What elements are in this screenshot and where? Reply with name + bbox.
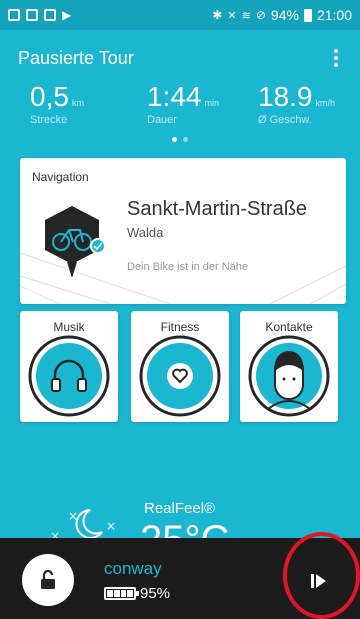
stat-label: Ø Geschw. (258, 114, 312, 126)
music-tile[interactable]: Musik (20, 311, 118, 422)
page-dot[interactable] (183, 137, 188, 142)
stat-unit: km (71, 98, 84, 108)
unlock-button[interactable] (22, 554, 74, 606)
stat-value: 1:44 (147, 81, 202, 112)
stat-unit: min (204, 98, 220, 108)
page-dot[interactable] (172, 137, 177, 142)
realfeel-label: RealFeel® (144, 500, 216, 517)
stat-label: Strecke (30, 114, 68, 126)
blocked-icon: ⊘ (255, 8, 266, 22)
svg-text:×: × (106, 519, 116, 533)
clock: 21:00 (316, 7, 352, 23)
face-icon (248, 335, 330, 417)
wifi-icon: ≋ (241, 9, 251, 22)
mute-icon: ✕ (227, 9, 237, 22)
highlight-circle (283, 532, 360, 619)
battery-icon (303, 8, 312, 22)
moon-icon: × × × (50, 509, 116, 538)
overflow-menu-icon[interactable] (330, 45, 342, 71)
device-name: conway (104, 559, 162, 578)
bluetooth-icon: ✱ (212, 8, 223, 22)
system-icons: ✱ ✕ ≋ ⊘ 94% 21:00 (212, 7, 352, 23)
image-icon (26, 9, 38, 21)
app-header: Pausierte Tour (0, 40, 360, 76)
svg-text:×: × (68, 509, 78, 523)
stat-value: 18.9 (258, 81, 313, 112)
status-bar: ▶ ✱ ✕ ≋ ⊘ 94% 21:00 (0, 0, 360, 30)
navigation-card[interactable]: Navigation Sankt-Martin-Straße Walda Dei… (20, 158, 346, 304)
stat-unit: km/h (315, 98, 336, 108)
contacts-tile[interactable]: Kontakte (240, 311, 338, 422)
tile-title: Kontakte (265, 320, 313, 334)
temperature-value: 25°C (140, 520, 229, 538)
stat-distance: 0,5 km Strecke (30, 81, 84, 127)
bike-location-marker (45, 206, 106, 278)
stat-speed: 18.9 km/h Ø Geschw. (258, 81, 336, 127)
battery-icon (104, 587, 139, 600)
svg-text:×: × (50, 529, 60, 538)
notification-icons: ▶ (8, 8, 71, 22)
stat-label: Dauer (147, 114, 177, 126)
stat-value: 0,5 (30, 81, 69, 112)
heart-icon (139, 335, 221, 417)
tile-title: Fitness (160, 320, 200, 334)
bike-nearby-note: Dein Bike ist in der Nähe (127, 261, 249, 273)
fitness-tile[interactable]: Fitness (131, 311, 229, 422)
tile-title: Musik (53, 320, 85, 334)
headphones-icon (28, 335, 110, 417)
city-name: Walda (127, 225, 164, 240)
street-name: Sankt-Martin-Straße (127, 198, 308, 220)
battery-percent: 94% (270, 7, 299, 23)
stat-duration: 1:44 min Dauer (147, 81, 220, 127)
play-store-icon: ▶ (62, 8, 72, 22)
device-battery: 95% (104, 585, 170, 602)
page-title: Pausierte Tour (18, 47, 134, 68)
tour-stats: 0,5 km Strecke 1:44 min Dauer 18.9 km/h Ø G… (0, 82, 360, 132)
page-indicator[interactable] (0, 137, 360, 142)
mail-icon (8, 9, 20, 21)
navigation-title: Navigation (32, 170, 89, 184)
gallery-icon (44, 9, 56, 21)
unlock-icon (41, 570, 55, 589)
battery-level-text: 95% (140, 585, 171, 602)
